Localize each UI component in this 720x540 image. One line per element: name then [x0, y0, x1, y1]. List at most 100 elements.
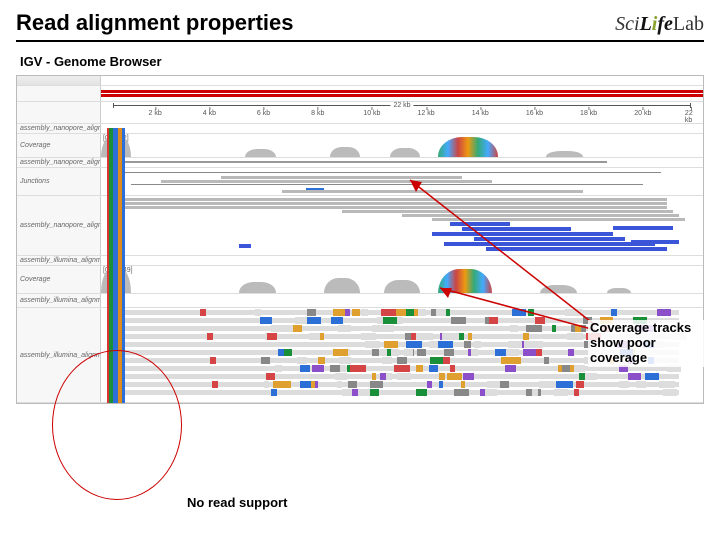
read-mismatch-block: [372, 373, 376, 380]
read-mismatch-block: [275, 365, 282, 372]
subtitle: IGV - Genome Browser: [20, 54, 704, 69]
read-mismatch-block: [562, 365, 570, 372]
read-mismatch-block: [404, 349, 413, 356]
read-mismatch-block: [663, 389, 677, 396]
track-label: Coverage: [17, 266, 101, 293]
read-mismatch-block: [261, 357, 270, 364]
track-nanopore-alignment[interactable]: assembly_nanopore_alignment.b: [17, 158, 703, 168]
read-mismatch-block: [576, 381, 584, 388]
read-mismatch-block: [429, 365, 438, 372]
read-mismatch-block: [611, 309, 617, 316]
read-mismatch-block: [636, 381, 646, 388]
read-mismatch-block: [210, 357, 216, 364]
read-mismatch-block: [406, 341, 422, 348]
read-mismatch-block: [212, 381, 218, 388]
read-mismatch-block: [444, 349, 454, 356]
annotation-no-read: No read support: [185, 495, 289, 512]
read-mismatch-block: [438, 341, 453, 348]
read-mismatch-block: [416, 333, 428, 340]
track-label: assembly_nanopore_alignment.b: [17, 196, 101, 255]
read-mismatch-block: [339, 357, 351, 364]
read-mismatch-block: [439, 381, 443, 388]
read-mismatch-block: [397, 373, 411, 380]
page-title: Read alignment properties: [16, 10, 294, 36]
read-mismatch-block: [267, 333, 277, 340]
refseq-line: [101, 94, 703, 97]
read-mismatch-block: [382, 357, 392, 364]
read-mismatch-block: [300, 365, 309, 372]
read-mismatch-block: [266, 373, 275, 380]
read-mismatch-block: [505, 365, 516, 372]
refseq-line: [101, 90, 703, 93]
read-mismatch-block: [513, 357, 522, 364]
read-mismatch-block: [394, 365, 410, 372]
read-mismatch-block: [284, 349, 293, 356]
read-mismatch-block: [264, 381, 269, 388]
read-mismatch-block: [370, 389, 379, 396]
ruler-span-label: 22 kb: [390, 102, 413, 109]
read-mismatch-block: [384, 341, 399, 348]
read-mismatch-block: [454, 389, 469, 396]
track-label: Junctions: [17, 168, 101, 195]
read-mismatch-block: [255, 309, 261, 316]
logo-sci: Sci: [615, 13, 639, 36]
read-segment: [113, 382, 679, 387]
read-mismatch-block: [628, 373, 641, 380]
read-mismatch-block: [417, 349, 426, 356]
read-mismatch-block: [372, 349, 379, 356]
read-mismatch-block: [260, 317, 273, 324]
track-label: assembly_nanopore_alignment.b: [17, 124, 101, 133]
read-mismatch-block: [619, 381, 629, 388]
header-divider: [16, 40, 704, 42]
read-mismatch-block: [464, 341, 471, 348]
read-mismatch-block: [416, 365, 423, 372]
read-mismatch-block: [335, 373, 347, 380]
read-mismatch-block: [536, 349, 542, 356]
brand-logo: SciLifeLab: [615, 13, 704, 36]
read-mismatch-block: [306, 317, 321, 324]
read-mismatch-block: [397, 357, 407, 364]
read-mismatch-block: [560, 381, 573, 388]
igv-toolbar[interactable]: [17, 76, 703, 86]
logo-lab: Lab: [673, 13, 704, 36]
read-mismatch-block: [307, 309, 316, 316]
read-mismatch-block: [463, 373, 474, 380]
read-mismatch-block: [297, 357, 307, 364]
read-mismatch-block: [532, 389, 537, 396]
read-mismatch-block: [439, 373, 445, 380]
read-mismatch-block: [485, 389, 498, 396]
read-mismatch-block: [333, 349, 348, 356]
read-mismatch-block: [659, 381, 674, 388]
read-mismatch-block: [278, 381, 291, 388]
read-mismatch-block: [281, 325, 293, 332]
annotation-circle: [52, 350, 182, 500]
read-mismatch-block: [474, 341, 481, 348]
track-nanopore-header[interactable]: assembly_nanopore_alignment.b: [17, 124, 703, 134]
read-mismatch-block: [370, 381, 382, 388]
read-mismatch-block: [430, 357, 443, 364]
read-mismatch-block: [361, 333, 376, 340]
read-mismatch-block: [554, 389, 567, 396]
read-mismatch-block: [309, 333, 316, 340]
track-label: assembly_nanopore_alignment.b: [17, 158, 101, 167]
read-mismatch-block: [271, 389, 278, 396]
track-label: assembly_illumina_alignment.bam: [17, 294, 101, 307]
read-mismatch-block: [539, 381, 554, 388]
read-mismatch-block: [318, 357, 325, 364]
read-mismatch-block: [337, 381, 342, 388]
read-mismatch-block: [312, 365, 324, 372]
read-mismatch-block: [447, 373, 462, 380]
track-nanopore-coverage[interactable]: Coverage [0 - 472]: [17, 134, 703, 158]
read-mismatch-block: [523, 349, 535, 356]
track-refseq[interactable]: [17, 86, 703, 102]
logo-life: Life: [640, 13, 673, 36]
genomic-ruler[interactable]: 22 kb 2 kb 4 kb 6 kb 8 kb 10 kb 12 kb 14…: [17, 102, 703, 124]
annotation-arrow: [430, 280, 600, 340]
ruler-ticks: 2 kb 4 kb 6 kb 8 kb 10 kb 12 kb 14 kb 16…: [101, 110, 703, 124]
read-mismatch-block: [508, 341, 523, 348]
read-mismatch-block: [657, 309, 671, 316]
read-mismatch-block: [365, 341, 380, 348]
track-label: [17, 86, 101, 101]
read-mismatch-block: [585, 373, 596, 380]
read-mismatch-block: [416, 389, 427, 396]
